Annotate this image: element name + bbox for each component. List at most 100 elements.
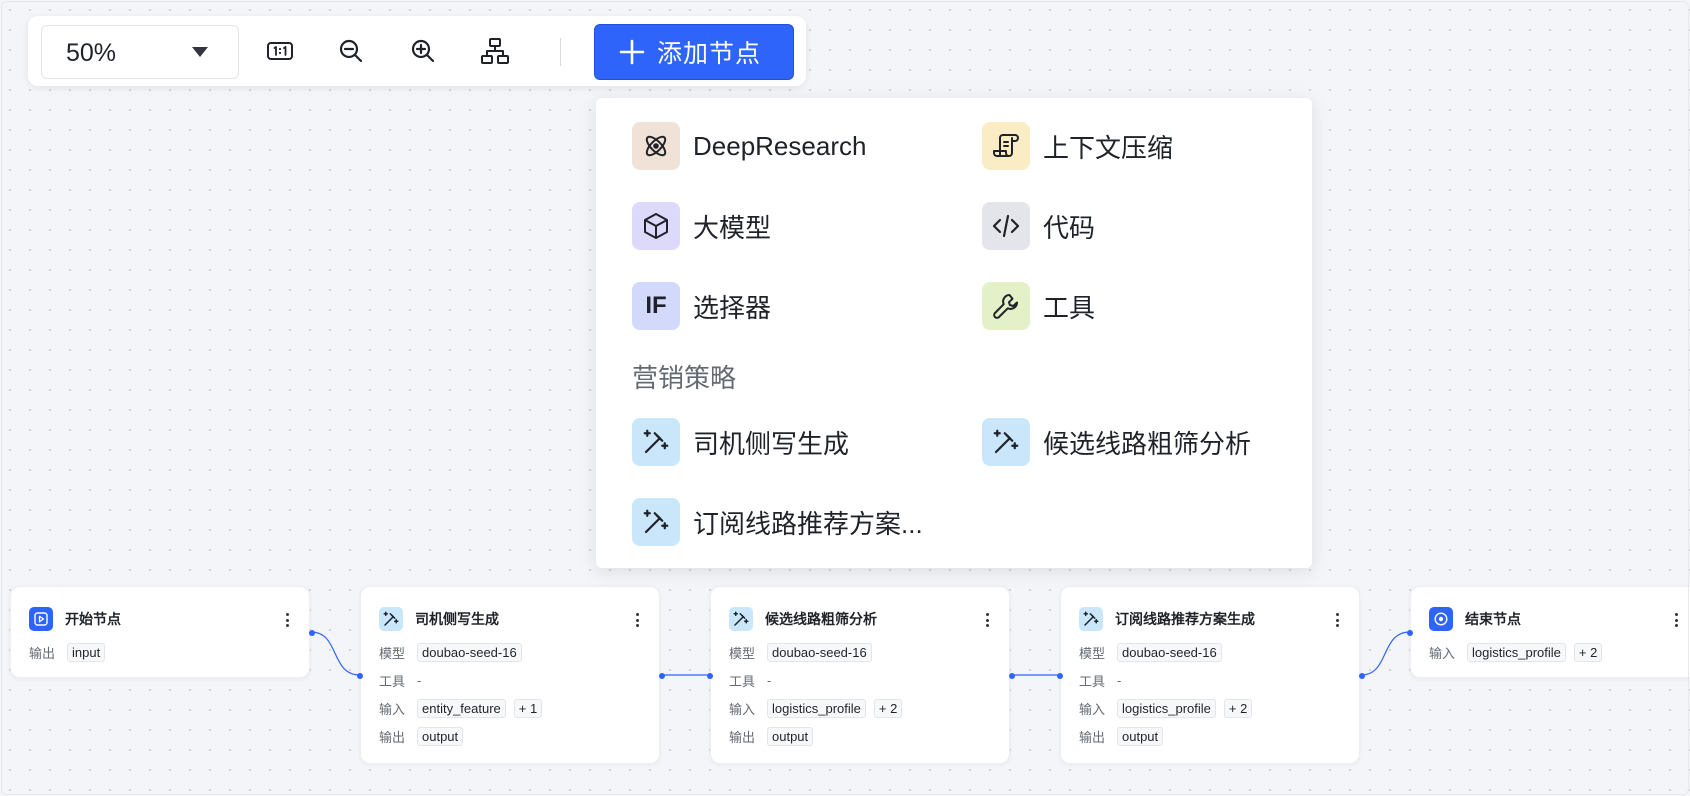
variable-tag: logistics_profile [1467,643,1566,662]
more-count-tag: + 1 [513,699,543,718]
model-tag: doubao-seed-16 [1117,643,1222,662]
more-count-tag: + 2 [873,699,903,718]
if-icon: IF [632,282,680,330]
chevron-down-icon [192,47,208,57]
input-port[interactable] [357,673,363,679]
node-row-tools: 工具 - [729,671,771,690]
menu-item-tool[interactable]: 工具 [982,282,1095,330]
variable-tag: output [767,727,814,746]
canvas-toolbar: 50% 添加节点 [28,16,806,86]
node-row-model: 模型 doubao-seed-16 [379,643,530,662]
menu-item-candidate-screening[interactable]: 候选线路粗筛分析 [982,418,1251,466]
node-row-input: 输入 logistics_profile + 2 [1429,643,1610,662]
menu-item-llm[interactable]: 大模型 [632,202,771,250]
node-row-input: 输入 logistics_profile + 2 [729,699,910,718]
node-row-tools: 工具 - [379,671,421,690]
node-title: 结束节点 [1465,611,1521,627]
node-row-input: 输入 entity_feature + 1 [379,699,550,718]
menu-item-label: 选择器 [693,292,772,323]
more-count-tag: + 2 [1573,643,1603,662]
node-row-output: 输出 input [29,643,113,662]
more-options-icon[interactable] [285,613,289,627]
scroll-icon [982,122,1030,170]
zoom-out-icon [339,39,363,63]
magic-wand-icon [982,418,1030,466]
auto-layout-button[interactable] [478,34,512,68]
node-row-model: 模型 doubao-seed-16 [1079,643,1230,662]
menu-item-label: 候选线路粗筛分析 [1043,428,1252,459]
input-port[interactable] [707,673,713,679]
menu-item-label: 大模型 [693,212,772,243]
output-port[interactable] [309,630,315,636]
magic-wand-icon [729,607,753,631]
node-header: 订阅线路推荐方案生成 [1079,607,1255,631]
one-to-one-icon [267,42,293,60]
menu-item-label: 上下文压缩 [1043,132,1174,163]
more-options-icon[interactable] [635,613,639,627]
input-port[interactable] [1407,630,1413,636]
node-header: 司机侧写生成 [379,607,499,631]
variable-tag: output [417,727,464,746]
toolbar-divider [560,38,561,66]
wrench-icon [982,282,1030,330]
more-options-icon[interactable] [985,613,989,627]
magic-wand-icon [1079,607,1103,631]
node-row-input: 输入 logistics_profile + 2 [1079,699,1260,718]
magic-wand-icon [632,418,680,466]
atom-icon [632,122,680,170]
node-header: 结束节点 [1429,607,1521,631]
fit-one-to-one-button[interactable] [263,34,297,68]
output-port[interactable] [1359,673,1365,679]
menu-item-code[interactable]: 代码 [982,202,1095,250]
input-port[interactable] [1057,673,1063,679]
menu-item-context-compression[interactable]: 上下文压缩 [982,122,1173,170]
zoom-in-button[interactable] [406,34,440,68]
row-label: 输出 [1079,730,1106,745]
row-label: 模型 [1079,646,1106,661]
node-start[interactable]: 开始节点 输出 input [10,586,315,678]
row-label: 输入 [729,702,756,717]
menu-item-driver-profile[interactable]: 司机侧写生成 [632,418,849,466]
model-tag: doubao-seed-16 [417,643,522,662]
zoom-select[interactable]: 50% [41,25,239,79]
output-port[interactable] [1009,673,1015,679]
output-port[interactable] [659,673,665,679]
row-value: - [1117,673,1122,688]
node-row-output: 输出 output [1079,727,1171,746]
row-label: 输出 [729,730,756,745]
variable-tag: input [67,643,106,662]
plus-icon [619,39,645,65]
row-value: - [417,673,422,688]
node-driver-profile[interactable]: 司机侧写生成 模型 doubao-seed-16 工具 - 输入 entity_… [357,586,665,764]
more-options-icon[interactable] [1674,613,1678,627]
play-icon [29,607,53,631]
model-tag: doubao-seed-16 [767,643,872,662]
menu-item-selector[interactable]: IF 选择器 [632,282,771,330]
menu-item-deepresearch[interactable]: DeepResearch [632,122,866,170]
node-subscription-recommendation[interactable]: 订阅线路推荐方案生成 模型 doubao-seed-16 工具 - 输入 log… [1057,586,1365,764]
menu-item-subscription-recommendation[interactable]: 订阅线路推荐方案... [632,498,923,546]
row-label: 模型 [729,646,756,661]
node-row-model: 模型 doubao-seed-16 [729,643,880,662]
node-end[interactable]: 结束节点 输入 logistics_profile + 2 [1407,586,1690,678]
workflow-canvas[interactable]: 开始节点 输出 input 司机侧写生成 模型 doubao-seed-16 工… [0,0,1690,796]
cube-icon [632,202,680,250]
add-node-menu: DeepResearch 上下文压缩 大模型 代码 IF 选择器 工具 营销策略… [596,98,1312,568]
if-icon-text: IF [645,292,667,319]
row-label: 输入 [1429,646,1456,661]
menu-item-label: 工具 [1043,292,1096,323]
row-label: 输出 [379,730,406,745]
add-node-label: 添加节点 [657,40,762,68]
menu-item-label: DeepResearch [693,130,867,161]
node-candidate-screening[interactable]: 候选线路粗筛分析 模型 doubao-seed-16 工具 - 输入 logis… [707,586,1015,764]
edge-start-to-driver [310,631,361,676]
zoom-out-button[interactable] [334,34,368,68]
variable-tag: output [1117,727,1164,746]
node-header: 开始节点 [29,607,121,631]
node-row-tools: 工具 - [1079,671,1121,690]
menu-item-label: 代码 [1043,212,1096,243]
more-options-icon[interactable] [1335,613,1339,627]
row-value: - [767,673,772,688]
add-node-button[interactable]: 添加节点 [594,24,794,80]
node-title: 订阅线路推荐方案生成 [1115,611,1255,627]
